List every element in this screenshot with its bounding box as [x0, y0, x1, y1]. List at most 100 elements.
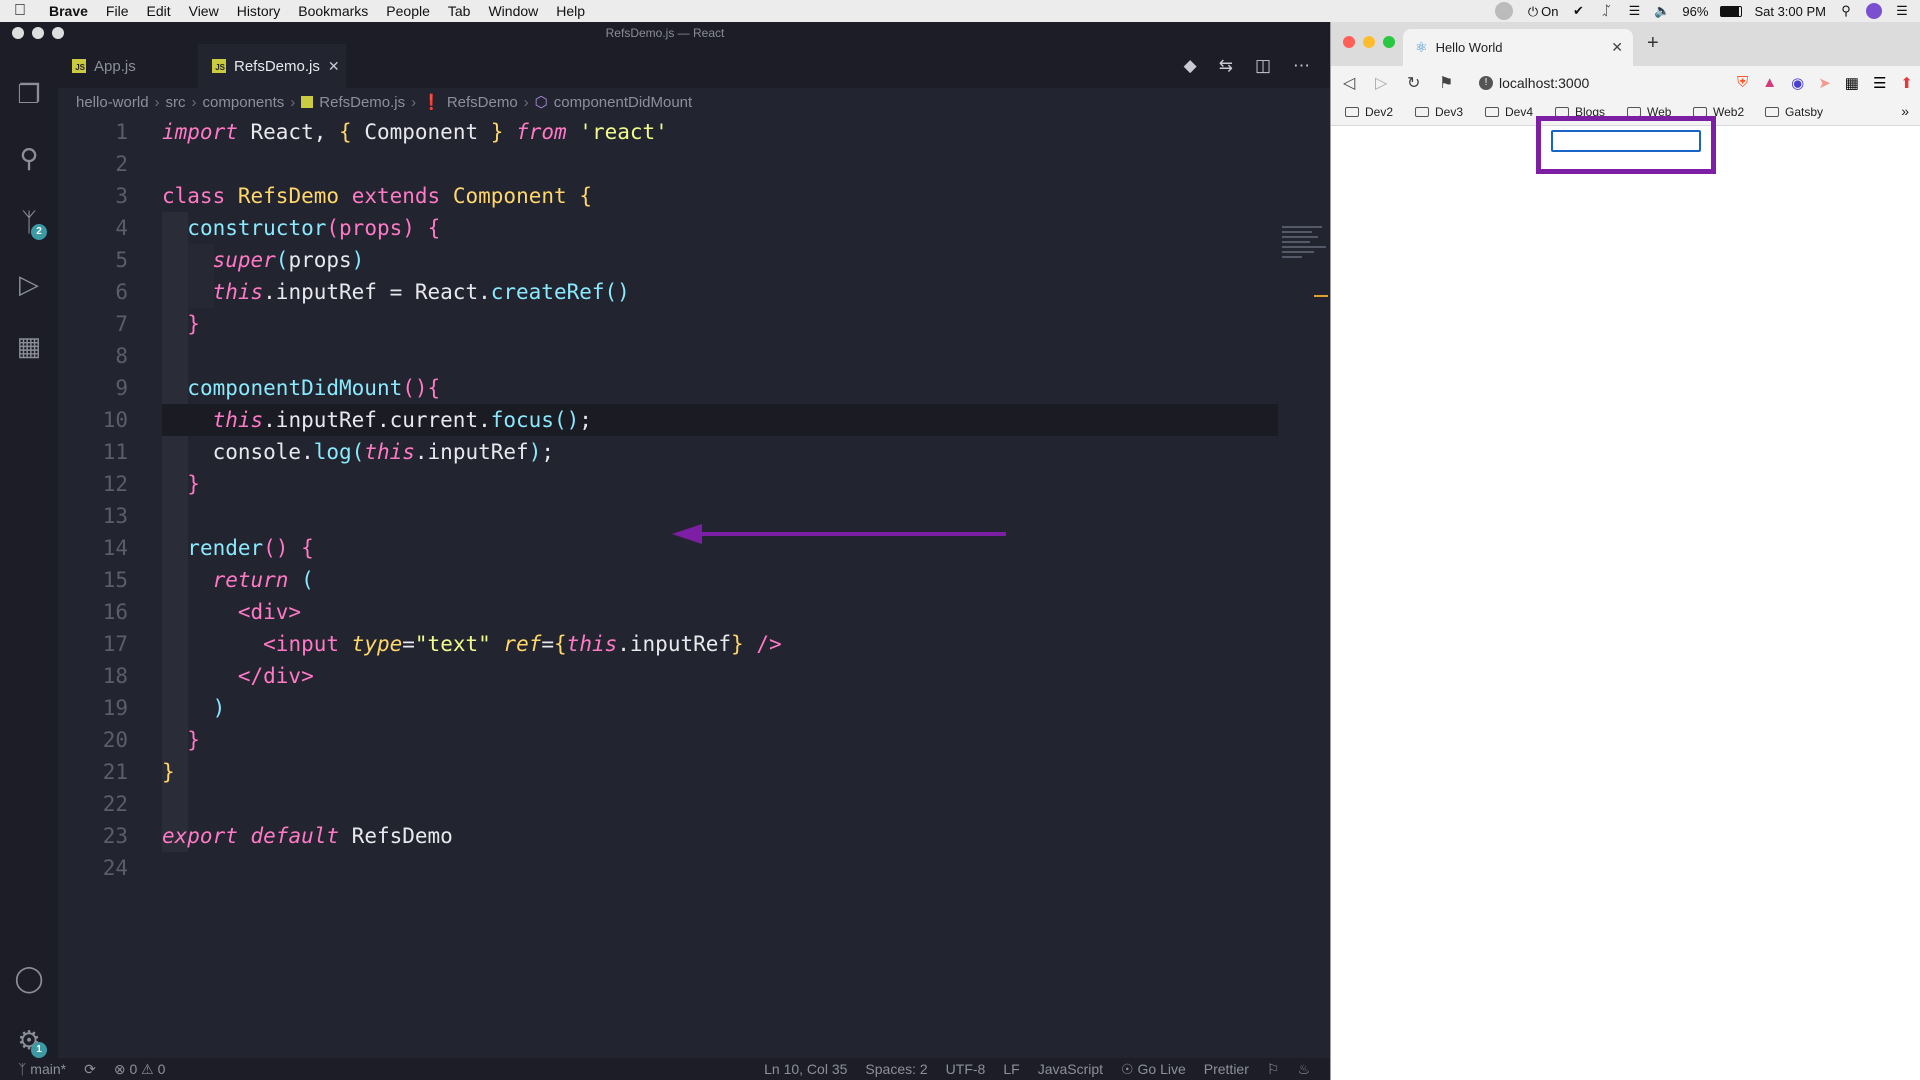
- siri-icon[interactable]: [1866, 3, 1882, 19]
- status-bar: ᛉ main* ⟳ ⊗ 0 ⚠ 0 Ln 10, Col 35 Spaces: …: [0, 1058, 1330, 1080]
- back-icon[interactable]: ◁: [1343, 73, 1355, 93]
- notifications-bell-icon[interactable]: ♨: [1297, 1058, 1310, 1080]
- code-line: 17 <input type="text" ref={this.inputRef…: [102, 632, 782, 656]
- breadcrumb-folder[interactable]: hello-world: [76, 94, 149, 111]
- site-info-icon[interactable]: !: [1479, 76, 1493, 90]
- breadcrumb-file[interactable]: RefsDemo.js: [319, 94, 405, 111]
- breadcrumb-folder[interactable]: components: [203, 94, 285, 111]
- extensions-puzzle-icon[interactable]: ▦: [1845, 74, 1859, 92]
- close-window-button[interactable]: [12, 27, 24, 39]
- bookmark-page-icon[interactable]: ⚑: [1439, 73, 1453, 93]
- bookmark-folder-gatsby[interactable]: Gatsby: [1765, 105, 1823, 119]
- battery-icon[interactable]: [1720, 5, 1743, 17]
- git-diamond-icon[interactable]: ◆: [1184, 56, 1197, 76]
- code-line: 16 <div>: [102, 600, 302, 624]
- clock[interactable]: Sat 3:00 PM: [1754, 4, 1826, 19]
- code-line: 18 </div>: [102, 664, 314, 688]
- bluetooth-icon[interactable]: ᛢ: [1598, 4, 1614, 18]
- encoding[interactable]: UTF-8: [946, 1058, 986, 1080]
- run-debug-icon[interactable]: ▷: [13, 268, 45, 300]
- breadcrumb-folder[interactable]: src: [166, 94, 186, 111]
- volume-icon[interactable]: 🔈: [1654, 4, 1670, 18]
- more-bookmarks-icon[interactable]: »: [1901, 103, 1909, 119]
- javascript-file-icon: [301, 96, 314, 108]
- code-editor[interactable]: 1 import React, { Component } from 'react…: [58, 116, 1330, 1056]
- record-icon[interactable]: [1495, 2, 1514, 20]
- address-bar[interactable]: ! localhost:3000: [1475, 71, 1675, 95]
- profile-update-icon[interactable]: ⬆: [1900, 74, 1913, 92]
- menu-file[interactable]: File: [97, 0, 138, 22]
- branch-status[interactable]: ᛉ main*: [18, 1058, 66, 1080]
- breadcrumb-class[interactable]: RefsDemo: [447, 94, 518, 111]
- code-line: 9 componentDidMount(){: [115, 376, 441, 400]
- prettier-status[interactable]: Prettier: [1204, 1058, 1249, 1080]
- menu-history[interactable]: History: [228, 0, 290, 22]
- code-line: 23 export default RefsDemo: [102, 824, 453, 848]
- focus-mode-status[interactable]: ⏻ On: [1525, 4, 1559, 19]
- brave-rewards-icon[interactable]: ▲: [1762, 74, 1777, 92]
- reload-icon[interactable]: ↻: [1407, 73, 1420, 93]
- extension-badge-icon[interactable]: ◉: [1791, 74, 1804, 92]
- minimize-window-button[interactable]: [1363, 36, 1375, 48]
- explorer-files-icon[interactable]: ❐: [13, 78, 45, 110]
- breadcrumb-method[interactable]: componentDidMount: [554, 94, 692, 111]
- menu-help[interactable]: Help: [547, 0, 594, 22]
- extensions-icon[interactable]: ▦: [13, 330, 45, 362]
- new-tab-plus-icon[interactable]: +: [1647, 32, 1659, 55]
- bookmark-folder-dev4[interactable]: Dev4: [1485, 105, 1533, 119]
- indentation[interactable]: Spaces: 2: [865, 1058, 927, 1080]
- menu-app-name[interactable]: Brave: [40, 0, 97, 22]
- menu-bar-status-area: ⏻ On ✔ ᛢ ☰ 🔈 96% Sat 3:00 PM ⚲ ☰: [1495, 0, 1910, 22]
- menu-bookmarks[interactable]: Bookmarks: [289, 0, 377, 22]
- close-window-button[interactable]: [1343, 36, 1355, 48]
- brave-shields-icon[interactable]: ⛨: [1737, 74, 1748, 92]
- go-live-button[interactable]: ☉ Go Live: [1121, 1058, 1186, 1080]
- tab-refsdemo-js[interactable]: JS RefsDemo.js ✕: [198, 44, 346, 88]
- bookmark-folder-dev3[interactable]: Dev3: [1415, 105, 1463, 119]
- check-circle-icon[interactable]: ✔: [1570, 4, 1586, 18]
- maximize-window-button[interactable]: [52, 27, 64, 39]
- web-page-content: [1331, 116, 1920, 1080]
- browser-tab-title: Hello World: [1435, 40, 1503, 55]
- close-tab-icon[interactable]: ✕: [328, 58, 340, 75]
- cursor-position[interactable]: Ln 10, Col 35: [764, 1058, 847, 1080]
- menu-window[interactable]: Window: [479, 0, 547, 22]
- code-line: 10 this.inputRef.current.focus();: [102, 408, 592, 432]
- bookmark-folder-dev2[interactable]: Dev2: [1345, 105, 1393, 119]
- spotlight-search-icon[interactable]: ⚲: [1838, 4, 1854, 18]
- playlist-icon[interactable]: ☰: [1873, 74, 1886, 92]
- focused-text-input[interactable]: [1551, 130, 1701, 152]
- settings-gear-icon[interactable]: ⚙ 1: [13, 1024, 47, 1058]
- menu-view[interactable]: View: [180, 0, 228, 22]
- apple-logo-icon[interactable]: : [0, 2, 40, 20]
- menu-people[interactable]: People: [377, 0, 439, 22]
- menu-edit[interactable]: Edit: [137, 0, 179, 22]
- wifi-icon[interactable]: ☰: [1626, 4, 1642, 18]
- maximize-window-button[interactable]: [1383, 36, 1395, 48]
- code-line: 7 }: [115, 312, 200, 336]
- language-mode[interactable]: JavaScript: [1038, 1058, 1103, 1080]
- split-editor-icon[interactable]: ◫: [1255, 56, 1271, 76]
- more-actions-icon[interactable]: ⋯: [1293, 56, 1310, 76]
- sync-icon[interactable]: ⟳: [84, 1058, 96, 1080]
- close-tab-icon[interactable]: ✕: [1611, 39, 1623, 56]
- line-ending[interactable]: LF: [1003, 1058, 1019, 1080]
- vscode-window: RefsDemo.js — React ❐ ⚲ ᛉ2 ▷ ▦ ◯ ⚙ 1 JS A…: [0, 22, 1330, 1080]
- javascript-file-icon: JS: [72, 59, 86, 73]
- menu-tab[interactable]: Tab: [439, 0, 480, 22]
- folder-icon: [1415, 107, 1429, 117]
- source-control-icon[interactable]: ᛉ2: [13, 206, 47, 240]
- feedback-icon[interactable]: ⚐: [1267, 1058, 1280, 1080]
- forward-icon[interactable]: ▷: [1375, 73, 1387, 93]
- tab-app-js[interactable]: JS App.js: [58, 44, 198, 88]
- browser-tab-hello-world[interactable]: ⚛ Hello World ✕: [1403, 29, 1633, 66]
- account-icon[interactable]: ◯: [13, 962, 45, 994]
- minimize-window-button[interactable]: [32, 27, 44, 39]
- extension-arrow-icon[interactable]: ➤: [1818, 74, 1831, 92]
- open-changes-icon[interactable]: ⇆: [1219, 56, 1233, 76]
- problems-status[interactable]: ⊗ 0 ⚠ 0: [114, 1058, 166, 1080]
- search-icon[interactable]: ⚲: [13, 142, 45, 174]
- scrollbar-cursor-marker: [1314, 295, 1328, 297]
- control-center-icon[interactable]: ☰: [1894, 4, 1910, 18]
- tab-label: App.js: [94, 57, 136, 75]
